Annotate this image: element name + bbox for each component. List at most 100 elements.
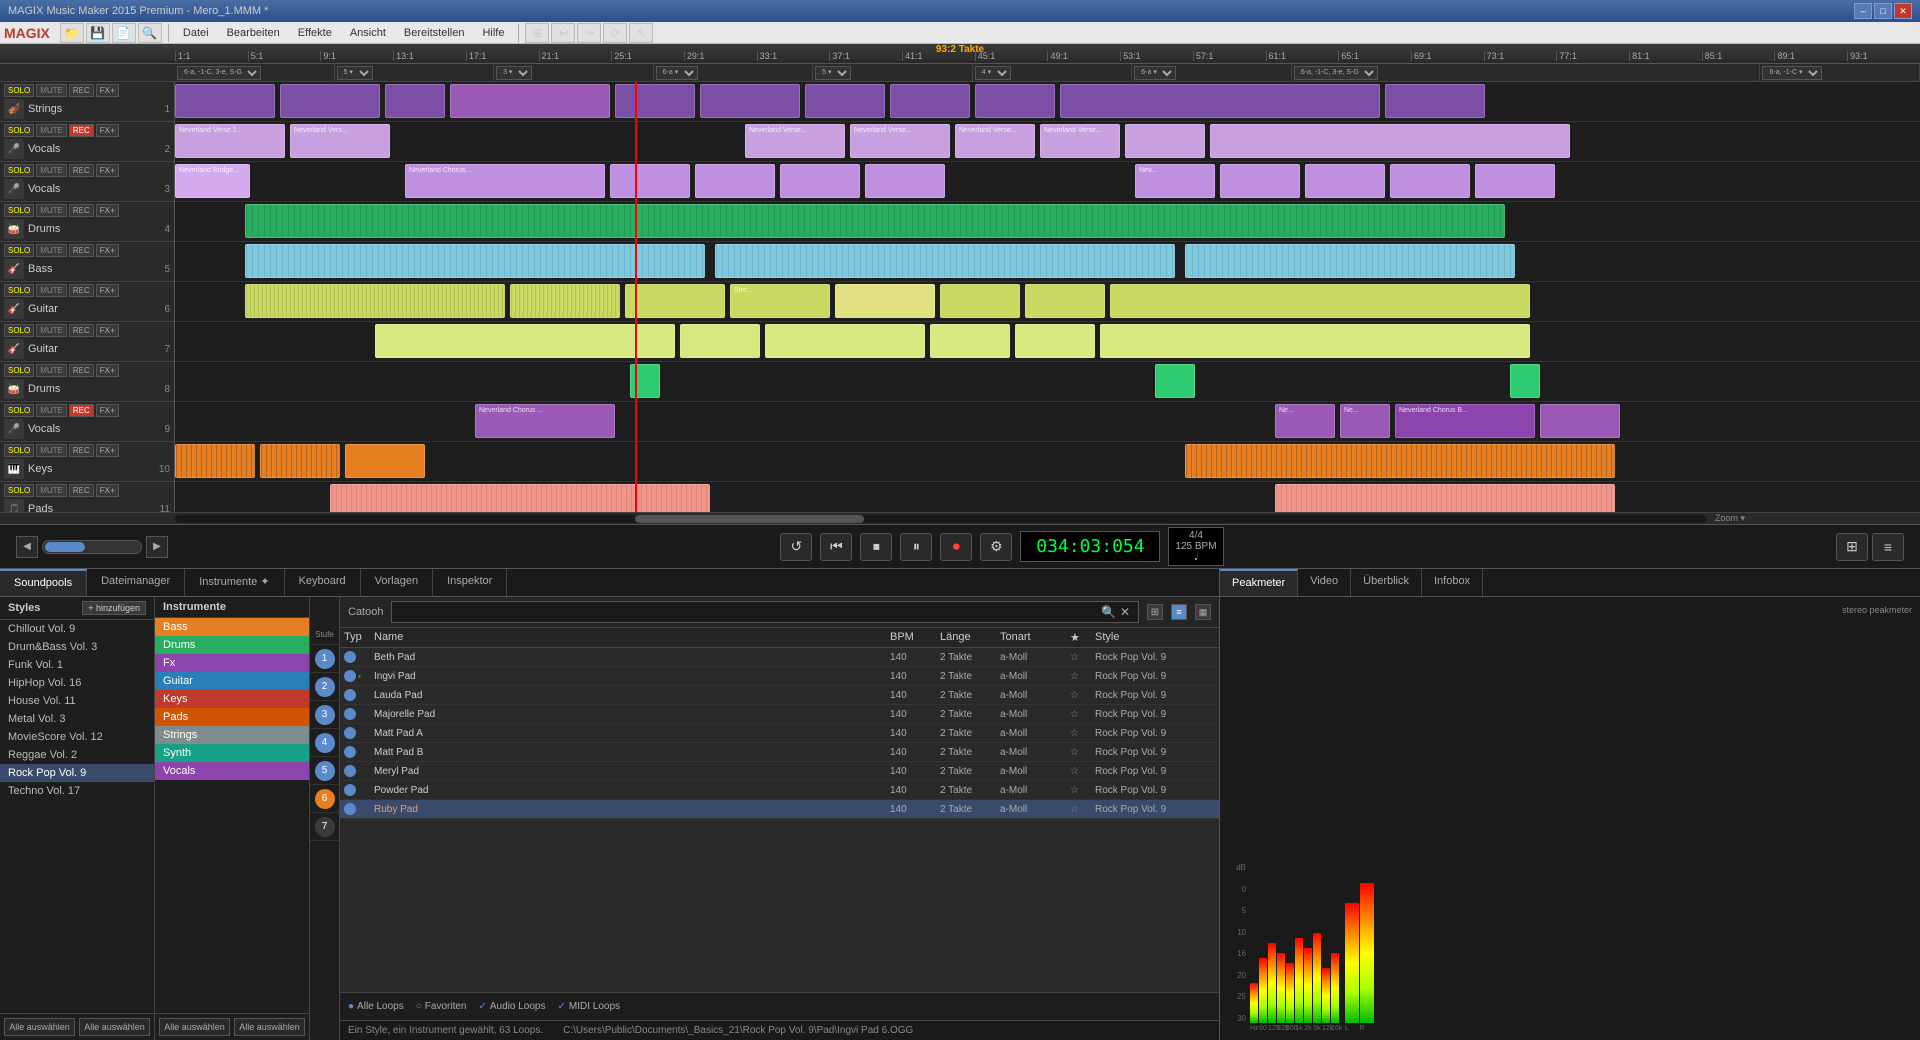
preview-btn[interactable]: [344, 670, 356, 682]
clip[interactable]: [625, 284, 725, 318]
track-2-rec[interactable]: REC: [69, 124, 94, 137]
row-star[interactable]: ☆: [1070, 690, 1095, 701]
clip[interactable]: [1210, 124, 1570, 158]
track-7-rec[interactable]: REC: [69, 324, 94, 337]
row-typ[interactable]: [344, 708, 374, 720]
preview-btn[interactable]: [344, 689, 356, 701]
col-header-name[interactable]: Name: [374, 631, 890, 644]
view-icon-3[interactable]: ▦: [1195, 604, 1211, 620]
scale-cell-2[interactable]: 5 ▾: [335, 64, 495, 81]
stufe-btn-3[interactable]: 3: [310, 701, 339, 729]
styles-select-all-btn[interactable]: Alle auswählen: [4, 1018, 75, 1036]
col-header-lange[interactable]: Länge: [940, 631, 1000, 644]
clip[interactable]: Neverland Verse...: [850, 124, 950, 158]
nav-left-btn[interactable]: ◀: [16, 536, 38, 558]
instruments-select-all-btn[interactable]: Alle auswählen: [159, 1018, 230, 1036]
scale-dropdown-6[interactable]: 4 ▾: [975, 66, 1011, 80]
row-star[interactable]: ☆: [1070, 671, 1095, 682]
row-star[interactable]: ☆: [1070, 804, 1095, 815]
clip[interactable]: [1305, 164, 1385, 198]
scale-dropdown-1[interactable]: 6-a, -1-C, 3-e, S-G: [177, 66, 261, 80]
track-6-rec[interactable]: REC: [69, 284, 94, 297]
row-typ[interactable]: [344, 689, 374, 701]
track-8-icon[interactable]: 🥁: [4, 379, 24, 399]
track-3-fx[interactable]: FX+: [96, 164, 119, 177]
h-scrollbar-thumb[interactable]: [635, 515, 865, 523]
menu-bearbeiten[interactable]: Bearbeiten: [219, 25, 288, 41]
row-typ[interactable]: [344, 803, 374, 815]
track-lane-4[interactable]: [175, 202, 1920, 242]
instrument-synth[interactable]: Synth: [155, 744, 309, 762]
scale-cell-6[interactable]: 4 ▾: [973, 64, 1133, 81]
track-9-fx[interactable]: FX+: [96, 404, 119, 417]
clip[interactable]: [765, 324, 925, 358]
rewind-button[interactable]: ⏮: [820, 533, 852, 561]
col-header-bpm[interactable]: BPM: [890, 631, 940, 644]
table-row-ruby-pad[interactable]: Ruby Pad 140 2 Takte a-Moll ☆ Rock Pop V…: [340, 800, 1219, 819]
track-5-mute[interactable]: MUTE: [36, 244, 67, 257]
scale-dropdown-5[interactable]: 5 ▾: [815, 66, 851, 80]
table-row[interactable]: Matt Pad A 140 2 Takte a-Moll ☆ Rock Pop…: [340, 724, 1219, 743]
col-header-star[interactable]: ★: [1070, 631, 1095, 644]
scale-cell-4[interactable]: 6-a ▾: [654, 64, 814, 81]
scale-dropdown-main[interactable]: 6-a, -1-C, 3-e, S-G: [1294, 66, 1378, 80]
toolbar-save-btn[interactable]: 💾: [86, 23, 110, 43]
preview-btn[interactable]: [344, 708, 356, 720]
pause-button[interactable]: ⏸: [900, 533, 932, 561]
row-typ[interactable]: ▪: [344, 670, 374, 682]
instrument-fx[interactable]: Fx: [155, 654, 309, 672]
tab-instrumente[interactable]: Instrumente ✦: [185, 569, 284, 596]
clip[interactable]: [890, 84, 970, 118]
track-11-solo[interactable]: SOLO: [4, 484, 34, 497]
tab-peakmeter[interactable]: Peakmeter: [1220, 569, 1298, 596]
row-typ[interactable]: [344, 651, 374, 663]
track-lane-10[interactable]: [175, 442, 1920, 482]
table-row[interactable]: Matt Pad B 140 2 Takte a-Moll ☆ Rock Pop…: [340, 743, 1219, 762]
instrument-keys[interactable]: Keys: [155, 690, 309, 708]
row-typ[interactable]: [344, 746, 374, 758]
instrument-pads[interactable]: Pads: [155, 708, 309, 726]
track-2-mute[interactable]: MUTE: [36, 124, 67, 137]
col-header-style[interactable]: Style: [1095, 631, 1215, 644]
track-10-solo[interactable]: SOLO: [4, 444, 34, 457]
track-11-rec[interactable]: REC: [69, 484, 94, 497]
settings-button[interactable]: ⚙: [980, 533, 1012, 561]
track-lane-8[interactable]: [175, 362, 1920, 402]
stufe-btn-1[interactable]: 1: [310, 645, 339, 673]
track-5-fx[interactable]: FX+: [96, 244, 119, 257]
track-9-solo[interactable]: SOLO: [4, 404, 34, 417]
track-10-rec[interactable]: REC: [69, 444, 94, 457]
clip[interactable]: [930, 324, 1010, 358]
track-lane-5[interactable]: [175, 242, 1920, 282]
clip[interactable]: [805, 84, 885, 118]
clip[interactable]: [1540, 404, 1620, 438]
clip[interactable]: Neverland Bridge...: [175, 164, 250, 198]
clip[interactable]: [450, 84, 610, 118]
style-item[interactable]: MovieScore Vol. 12: [0, 728, 154, 746]
clip[interactable]: [280, 84, 380, 118]
tab-inspektor[interactable]: Inspektor: [433, 569, 507, 596]
track-11-mute[interactable]: MUTE: [36, 484, 67, 497]
scale-cell-main[interactable]: 6-a, -1-C, 3-e, S-G: [1292, 64, 1761, 81]
track-6-fx[interactable]: FX+: [96, 284, 119, 297]
toolbar-zoom-btn[interactable]: 🔍: [138, 23, 162, 43]
track-1-solo[interactable]: SOLO: [4, 84, 34, 97]
tab-video[interactable]: Video: [1298, 569, 1351, 596]
clip[interactable]: Stre...: [730, 284, 830, 318]
table-row[interactable]: Beth Pad 140 2 Takte a-Moll ☆ Rock Pop V…: [340, 648, 1219, 667]
stufe-btn-6[interactable]: 6: [310, 785, 339, 813]
track-4-fx[interactable]: FX+: [96, 204, 119, 217]
clip[interactable]: [1100, 324, 1530, 358]
clip[interactable]: Neverland Verse...: [1040, 124, 1120, 158]
track-lane-2[interactable]: Neverland Verse 1... Neverland Vers... N…: [175, 122, 1920, 162]
track-1-mute[interactable]: MUTE: [36, 84, 67, 97]
clip[interactable]: [245, 284, 505, 318]
toolbar-cursor-btn[interactable]: ↖: [629, 23, 653, 43]
track-9-mute[interactable]: MUTE: [36, 404, 67, 417]
track-4-rec[interactable]: REC: [69, 204, 94, 217]
row-star[interactable]: ☆: [1070, 652, 1095, 663]
preview-btn[interactable]: [344, 651, 356, 663]
track-8-solo[interactable]: SOLO: [4, 364, 34, 377]
loop-button[interactable]: ↺: [780, 533, 812, 561]
clip[interactable]: [330, 484, 710, 512]
